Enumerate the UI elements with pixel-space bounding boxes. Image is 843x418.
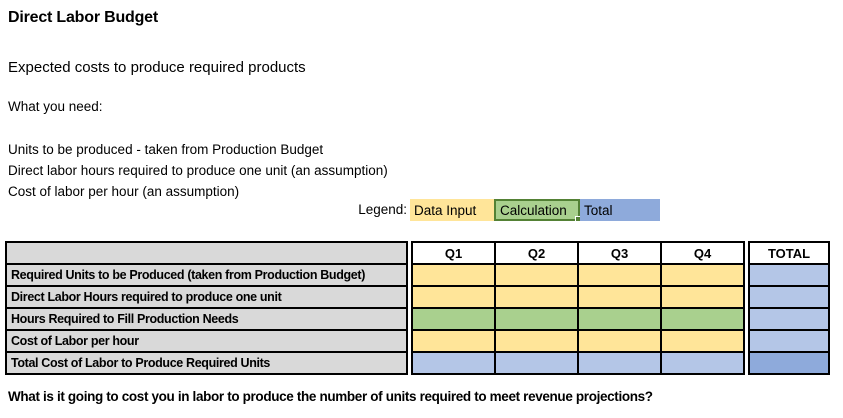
requirement-item: Cost of labor per hour (an assumption) bbox=[8, 184, 240, 199]
page-subtitle: Expected costs to produce required produ… bbox=[8, 59, 306, 76]
legend-cell-label: Calculation bbox=[500, 202, 567, 218]
requirements-list: Units to be produced - taken from Produc… bbox=[8, 139, 388, 202]
cell-q4-row4[interactable] bbox=[662, 331, 743, 351]
legend-cell-total[interactable]: Total bbox=[580, 199, 660, 221]
column-header-q2: Q2 bbox=[496, 243, 577, 263]
row-label: Hours Required to Fill Production Needs bbox=[7, 309, 406, 329]
page-title: Direct Labor Budget bbox=[8, 9, 158, 26]
legend-cell-calculation[interactable]: Calculation bbox=[494, 199, 581, 222]
cell-q1-row3[interactable] bbox=[413, 309, 494, 329]
table-quarter-columns: Q1 Q2 Q3 Q4 bbox=[411, 241, 745, 375]
cell-q2-row2[interactable] bbox=[496, 287, 577, 307]
legend: Data Input Calculation Total bbox=[410, 199, 660, 222]
cell-q3-row5[interactable] bbox=[579, 353, 660, 373]
cell-q4-row2[interactable] bbox=[662, 287, 743, 307]
what-you-need-label: What you need: bbox=[8, 99, 103, 114]
table-corner-cell bbox=[7, 243, 406, 263]
legend-cell-label: Data Input bbox=[414, 202, 477, 218]
column-header-q4: Q4 bbox=[662, 243, 743, 263]
table-total-column: TOTAL bbox=[748, 241, 830, 375]
requirement-item: Direct labor hours required to produce o… bbox=[8, 163, 388, 178]
row-label: Direct Labor Hours required to produce o… bbox=[7, 287, 406, 307]
cell-total-row2[interactable] bbox=[750, 287, 828, 307]
column-header-q3: Q3 bbox=[579, 243, 660, 263]
cell-q3-row2[interactable] bbox=[579, 287, 660, 307]
table-label-column: Required Units to be Produced (taken fro… bbox=[5, 241, 408, 375]
cell-q4-row1[interactable] bbox=[662, 265, 743, 285]
worksheet: Direct Labor Budget Expected costs to pr… bbox=[0, 0, 843, 418]
row-label: Required Units to be Produced (taken fro… bbox=[7, 265, 406, 285]
cell-q4-row3[interactable] bbox=[662, 309, 743, 329]
legend-cell-data-input[interactable]: Data Input bbox=[410, 199, 494, 221]
cell-q2-row5[interactable] bbox=[496, 353, 577, 373]
cell-q2-row3[interactable] bbox=[496, 309, 577, 329]
row-label: Total Cost of Labor to Produce Required … bbox=[7, 353, 406, 373]
cell-q1-row4[interactable] bbox=[413, 331, 494, 351]
column-header-total: TOTAL bbox=[750, 243, 828, 263]
cell-total-row3[interactable] bbox=[750, 309, 828, 329]
cell-q3-row1[interactable] bbox=[579, 265, 660, 285]
cell-q3-row3[interactable] bbox=[579, 309, 660, 329]
cell-total-row1[interactable] bbox=[750, 265, 828, 285]
column-header-q1: Q1 bbox=[413, 243, 494, 263]
cell-total-row4[interactable] bbox=[750, 331, 828, 351]
requirement-item: Units to be produced - taken from Produc… bbox=[8, 142, 324, 157]
cell-q2-row1[interactable] bbox=[496, 265, 577, 285]
cell-q2-row4[interactable] bbox=[496, 331, 577, 351]
cell-q4-row5[interactable] bbox=[662, 353, 743, 373]
cell-q1-row2[interactable] bbox=[413, 287, 494, 307]
cell-q1-row5[interactable] bbox=[413, 353, 494, 373]
legend-label: Legend: bbox=[358, 202, 407, 217]
cell-total-row5[interactable] bbox=[750, 353, 828, 373]
cell-q1-row1[interactable] bbox=[413, 265, 494, 285]
footer-question: What is it going to cost you in labor to… bbox=[8, 389, 653, 404]
row-label: Cost of Labor per hour bbox=[7, 331, 406, 351]
legend-cell-label: Total bbox=[584, 202, 613, 218]
cell-q3-row4[interactable] bbox=[579, 331, 660, 351]
